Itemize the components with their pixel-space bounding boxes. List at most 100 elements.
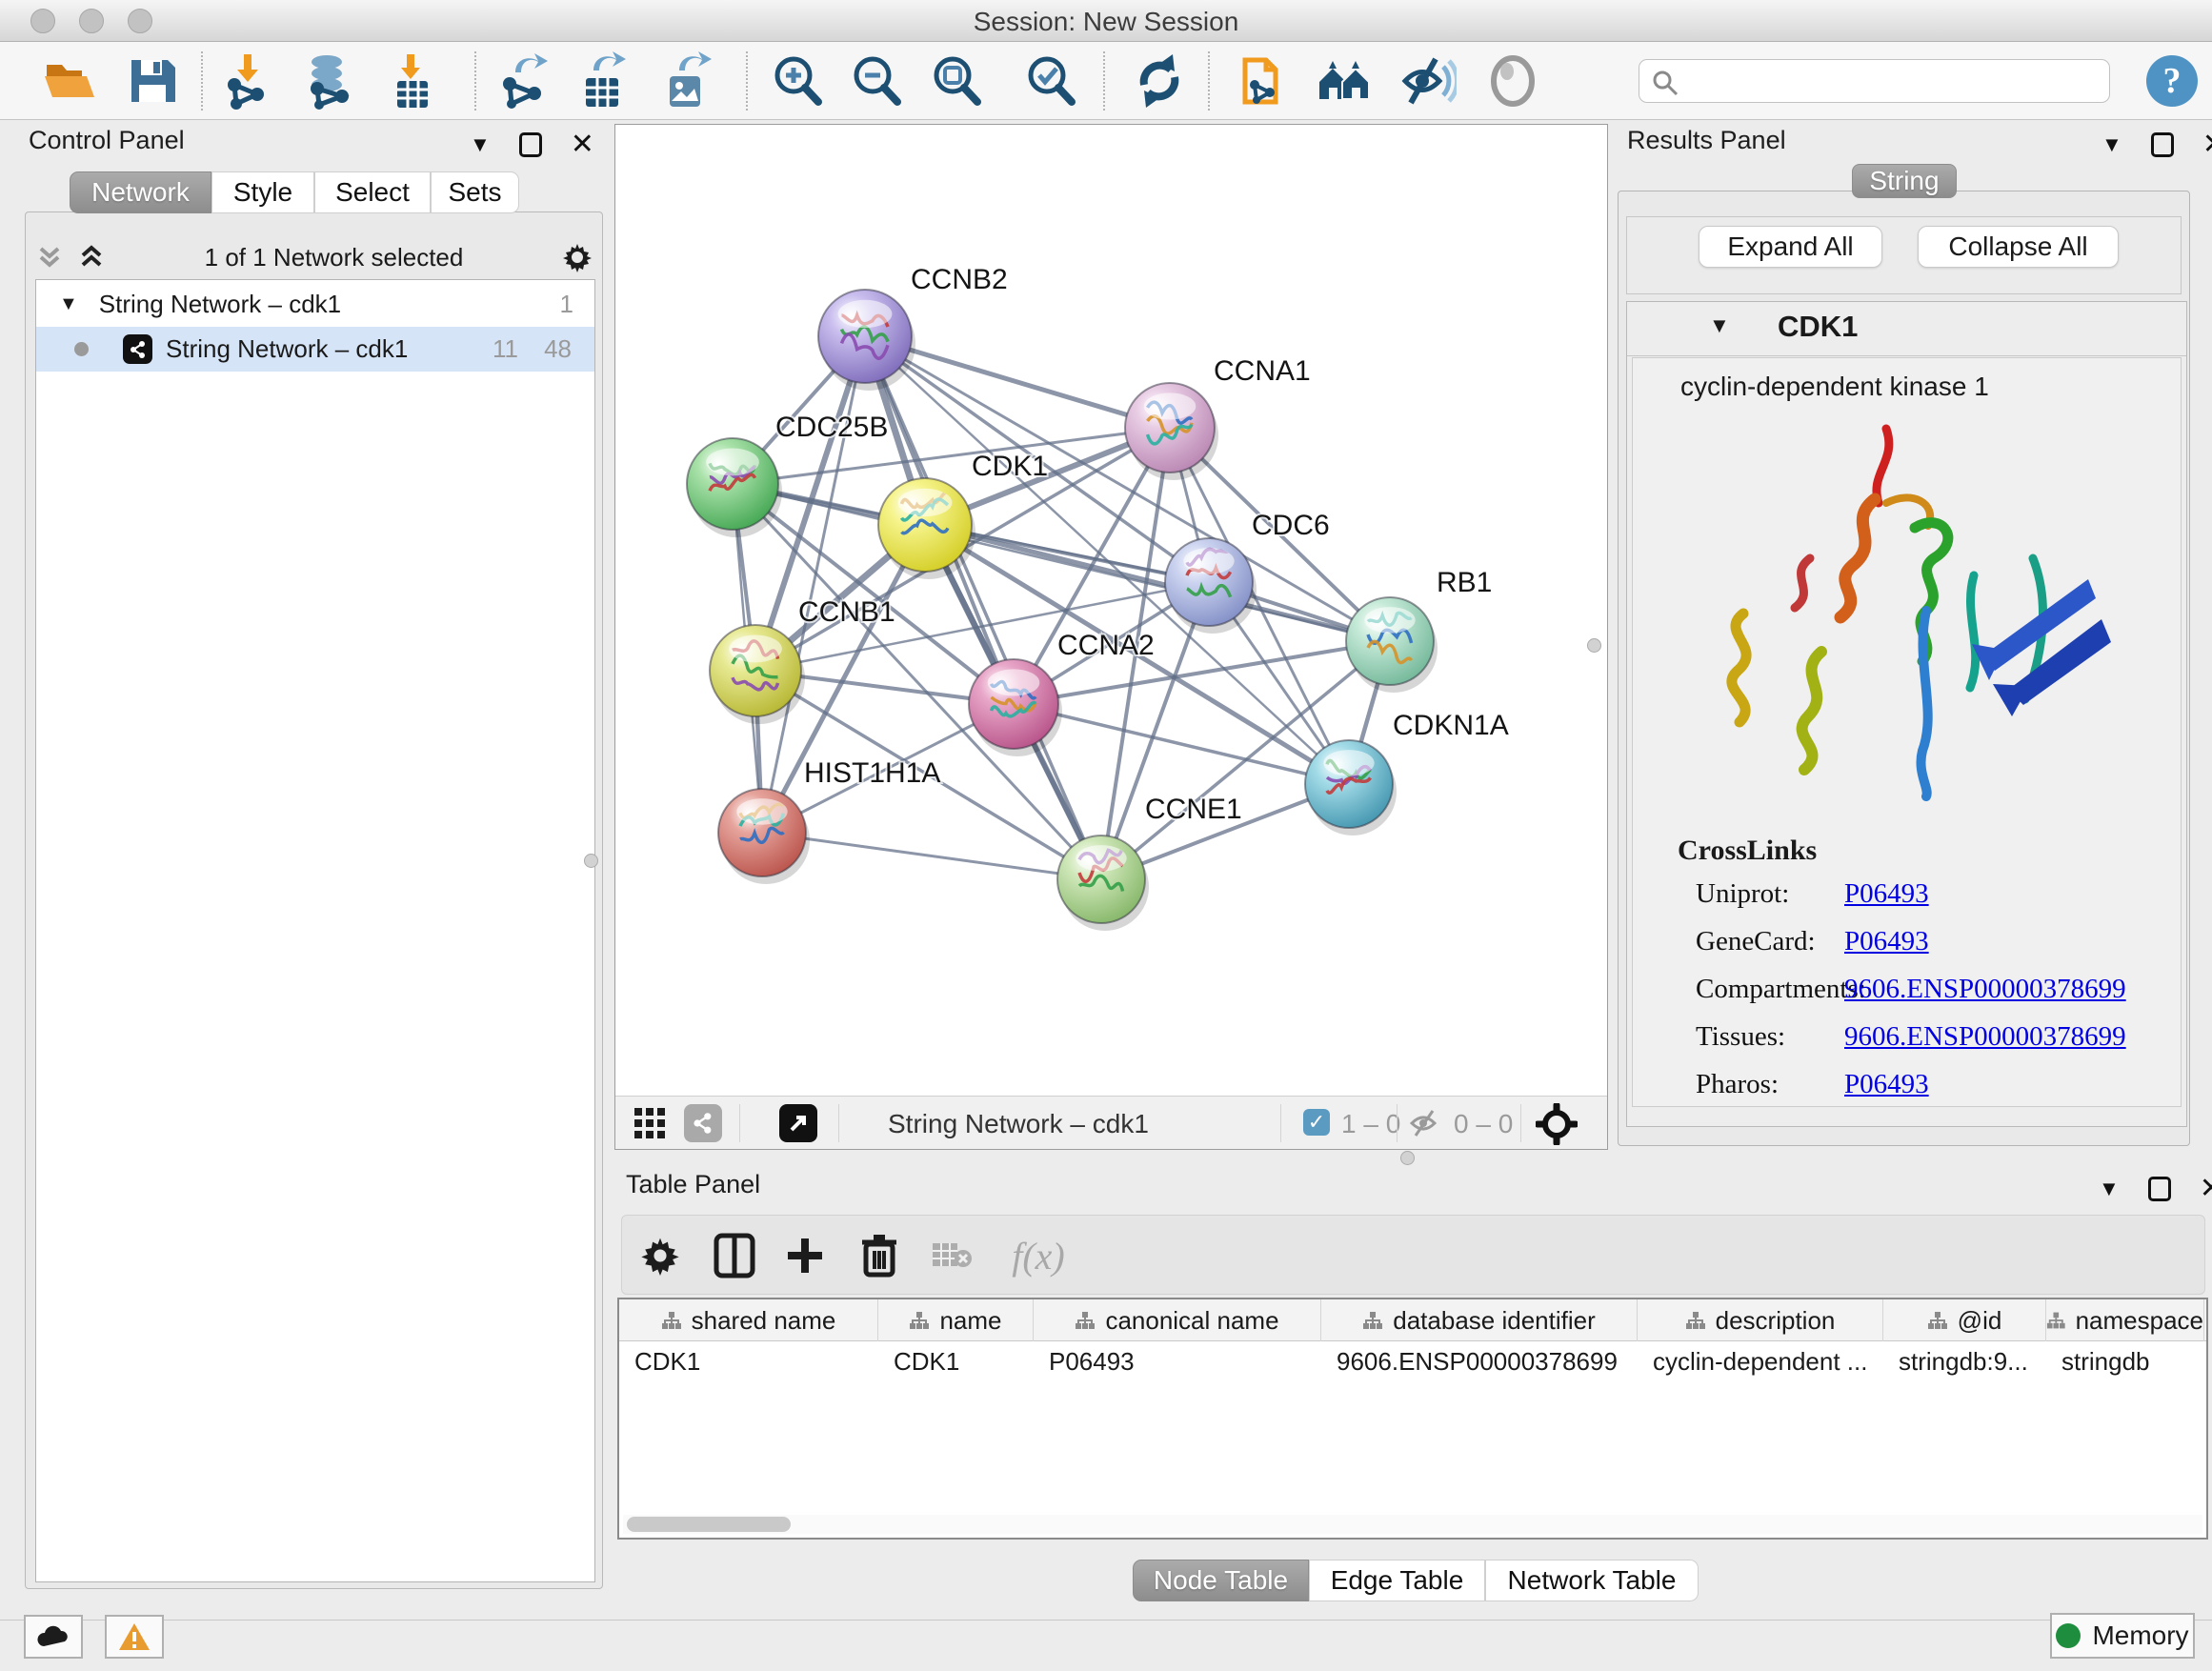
tab-edge-table[interactable]: Edge Table (1309, 1560, 1485, 1601)
delete-column-icon[interactable] (853, 1229, 906, 1282)
crosshair-icon[interactable] (1536, 1103, 1578, 1150)
selected-checkbox[interactable]: ✓ (1303, 1109, 1330, 1136)
entry-gene-name: CDK1 (1778, 310, 1858, 344)
grid-view-icon[interactable] (633, 1106, 667, 1145)
table-cell[interactable]: cyclin-dependent ... (1638, 1341, 1883, 1381)
main-toolbar: ? (0, 42, 2212, 120)
column-header-name[interactable]: name (878, 1299, 1034, 1341)
network-row-selected[interactable]: String Network – cdk1 11 48 (36, 327, 594, 372)
crosslink-tissues-link[interactable]: 9606.ENSP00000378699 (1844, 1021, 2126, 1053)
svg-text:?: ? (2163, 61, 2182, 101)
memory-button[interactable]: Memory (2050, 1613, 2195, 1659)
table-cell[interactable]: CDK1 (878, 1341, 1034, 1381)
horizontal-scrollbar[interactable] (623, 1515, 2202, 1534)
scrollbar-thumb[interactable] (627, 1517, 791, 1532)
export-table-icon[interactable] (573, 50, 634, 111)
close-panel-icon[interactable]: ✕ (2200, 1172, 2212, 1205)
table-cell[interactable]: P06493 (1034, 1341, 1321, 1381)
tab-select[interactable]: Select (314, 171, 431, 213)
table-cell[interactable]: stringdb (2046, 1341, 2204, 1381)
tab-style[interactable]: Style (211, 171, 314, 213)
network-view[interactable]: CCNB2CCNA1CDC25BCDK1CDC6RB1CCNB1CCNA2CDK… (614, 124, 1608, 1150)
column-header-description[interactable]: description (1638, 1299, 1883, 1341)
crosslink-compartments-link[interactable]: 9606.ENSP00000378699 (1844, 974, 2126, 1005)
home-icon[interactable] (1315, 50, 1376, 111)
tab-network[interactable]: Network (70, 171, 211, 213)
splitter-handle[interactable] (1587, 638, 1601, 653)
collapse-panel-icon[interactable]: ▼ (470, 132, 491, 157)
table-cell[interactable]: stringdb:9... (1883, 1341, 2046, 1381)
node-result-header[interactable]: ▼ CDK1 (1627, 302, 2186, 356)
export-image-icon[interactable] (657, 50, 718, 111)
zoom-fit-icon[interactable] (926, 50, 987, 111)
warning-icon[interactable] (105, 1615, 164, 1659)
hidden-eye-icon[interactable] (1408, 1108, 1442, 1143)
float-panel-icon[interactable] (519, 132, 542, 157)
table-cell[interactable]: 9606.ENSP00000378699 (1321, 1341, 1638, 1381)
expand-all-button[interactable]: Expand All (1699, 226, 1882, 268)
table-data-row[interactable]: CDK1CDK1P064939606.ENSP00000378699cyclin… (619, 1341, 2206, 1381)
cloud-icon[interactable] (24, 1615, 83, 1659)
collapse-all-icon[interactable] (35, 243, 64, 272)
add-column-icon[interactable] (778, 1229, 832, 1282)
crosslink-pharos-link[interactable]: P06493 (1844, 1069, 2126, 1100)
column-header-namespace[interactable]: namespace (2046, 1299, 2204, 1341)
crosslink-uniprot-link[interactable]: P06493 (1844, 878, 2126, 910)
help-icon[interactable]: ? (2142, 50, 2202, 111)
gear-icon[interactable] (633, 1229, 687, 1282)
collection-expander-icon[interactable]: ▼ (59, 293, 78, 315)
expand-all-icon[interactable] (77, 243, 106, 272)
open-in-window-icon[interactable] (779, 1104, 817, 1142)
collapse-all-button[interactable]: Collapse All (1918, 226, 2119, 268)
column-header-canonical-name[interactable]: canonical name (1034, 1299, 1321, 1341)
close-panel-icon[interactable]: ✕ (571, 128, 594, 161)
preview-icon[interactable] (1482, 50, 1543, 111)
crosslink-label: GeneCard: (1696, 926, 1844, 957)
tab-string[interactable]: String (1852, 164, 1957, 198)
save-session-icon[interactable] (122, 50, 183, 111)
crosslink-genecard-link[interactable]: P06493 (1844, 926, 2126, 957)
hide-unhide-icon[interactable] (1397, 50, 1458, 111)
network-view-title: String Network – cdk1 (888, 1109, 1149, 1139)
export-network-icon[interactable] (495, 50, 556, 111)
refresh-icon[interactable] (1129, 50, 1190, 111)
results-buttons-box: Expand All Collapse All (1626, 216, 2182, 294)
import-network-file-icon[interactable] (217, 50, 278, 111)
delete-table-icon[interactable] (925, 1229, 978, 1282)
import-table-icon[interactable] (382, 50, 443, 111)
gear-icon[interactable] (562, 242, 593, 272)
tab-sets[interactable]: Sets (431, 171, 519, 213)
search-input[interactable] (1685, 64, 2095, 98)
float-panel-icon[interactable] (2148, 1177, 2171, 1201)
table-cell[interactable]: CDK1 (619, 1341, 878, 1381)
column-header-database-identifier[interactable]: database identifier (1321, 1299, 1638, 1341)
node-result-entry: ▼ CDK1 cyclin-dependent kinase 1 (1626, 301, 2187, 1127)
network-collection-row[interactable]: ▼ String Network – cdk1 1 (36, 282, 594, 327)
columns-icon[interactable] (708, 1229, 761, 1282)
open-file-icon[interactable] (38, 50, 99, 111)
close-panel-icon[interactable]: ✕ (2202, 128, 2212, 161)
function-builder-icon[interactable]: f(x) (995, 1229, 1081, 1282)
import-network-database-icon[interactable] (298, 50, 359, 111)
network-graph[interactable]: CCNB2CCNA1CDC25BCDK1CDC6RB1CCNB1CCNA2CDK… (615, 125, 1607, 1095)
tab-network-table[interactable]: Network Table (1485, 1560, 1699, 1601)
column-header--id[interactable]: @id (1883, 1299, 2046, 1341)
window-title: Session: New Session (0, 7, 2212, 37)
collapse-panel-icon[interactable]: ▼ (2101, 132, 2122, 157)
zoom-out-icon[interactable] (846, 50, 907, 111)
share-document-icon[interactable] (1234, 50, 1295, 111)
column-header-shared-name[interactable]: shared name (619, 1299, 878, 1341)
network-edge[interactable] (762, 833, 1101, 879)
zoom-selected-icon[interactable] (1020, 50, 1081, 111)
splitter-handle[interactable] (584, 854, 598, 868)
collapse-panel-icon[interactable]: ▼ (2099, 1177, 2120, 1201)
zoom-in-icon[interactable] (767, 50, 828, 111)
entry-expander-icon[interactable]: ▼ (1709, 313, 1730, 338)
network-edge[interactable] (865, 336, 1101, 879)
tab-node-table[interactable]: Node Table (1133, 1560, 1309, 1601)
share-view-icon[interactable] (684, 1104, 722, 1142)
crosslink-label: Pharos: (1696, 1069, 1844, 1100)
float-panel-icon[interactable] (2151, 132, 2174, 157)
column-tree-icon (1927, 1311, 1948, 1330)
search-field[interactable] (1639, 59, 2110, 103)
